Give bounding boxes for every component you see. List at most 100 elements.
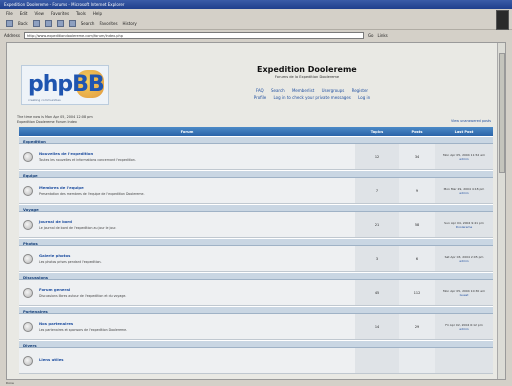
col-last-post: Last Post xyxy=(454,129,474,134)
links-button[interactable]: Links xyxy=(377,33,387,38)
forum-description: Le journal de bord de l'expedition au jo… xyxy=(39,226,117,230)
forum-folder-icon xyxy=(23,321,33,332)
category-header[interactable]: Discussions xyxy=(19,272,493,280)
category-header[interactable]: Partenaires xyxy=(19,306,493,314)
forum-name-link[interactable]: Forum general xyxy=(39,287,126,292)
nav-faq[interactable]: FAQ xyxy=(256,88,264,93)
forum-text: Journal de bord Le journal de bord de l'… xyxy=(39,219,116,230)
table-row: Journal de bord Le journal de bord de l'… xyxy=(19,212,493,238)
forum-cell: Nouvelles de l'expedition Toutes les nou… xyxy=(19,144,355,169)
topics-count: 21 xyxy=(355,212,399,237)
history-button[interactable]: History xyxy=(123,21,137,26)
forum-name-link[interactable]: Nos partenaires xyxy=(39,321,127,326)
posts-count: 6 xyxy=(399,246,435,271)
menu-view[interactable]: View xyxy=(34,11,44,16)
category-header[interactable]: Expedition xyxy=(19,136,493,144)
menu-tools[interactable]: Tools xyxy=(76,11,86,16)
nav-usergroups[interactable]: Usergroups xyxy=(322,88,345,93)
page-scrollbar[interactable] xyxy=(497,43,505,379)
last-post-author[interactable]: admin xyxy=(459,327,468,331)
window-title: Expedition Doolereme - Forums - Microsof… xyxy=(0,0,512,9)
address-input[interactable]: http://www.expeditiondoolereme.com/forum… xyxy=(23,31,364,39)
logo-subtitle: creating communities xyxy=(28,98,61,102)
last-post-author[interactable]: admin xyxy=(459,259,468,263)
menu-help[interactable]: Help xyxy=(93,11,102,16)
menu-edit[interactable]: Edit xyxy=(20,11,28,16)
last-post-author[interactable]: admin xyxy=(459,191,468,195)
posts-count: 58 xyxy=(399,212,435,237)
refresh-icon[interactable] xyxy=(56,20,64,27)
forum-name-link[interactable]: Nouvelles de l'expedition xyxy=(39,151,136,156)
forum-folder-icon xyxy=(23,287,33,298)
last-post-author[interactable]: Doolereme xyxy=(456,225,472,229)
topics-count: 7 xyxy=(355,178,399,203)
posts-count: 34 xyxy=(399,144,435,169)
nav-search[interactable]: Search xyxy=(271,88,285,93)
col-forum: Forum xyxy=(180,129,194,134)
forum-table: Forum Topics Posts Last Post Expedition … xyxy=(19,127,493,374)
last-post-cell: Sun Apr 04, 2004 9:41 pm Doolereme xyxy=(435,212,493,237)
logo-text: phpBB xyxy=(28,72,105,97)
table-row: Galerie photos Les photos prises pendant… xyxy=(19,246,493,272)
topics-count xyxy=(355,348,399,373)
col-topics: Topics xyxy=(370,129,384,134)
table-row: Nos partenaires Les partenaires et spons… xyxy=(19,314,493,340)
forum-folder-icon xyxy=(23,253,33,264)
menu-file[interactable]: File xyxy=(6,11,13,16)
topics-count: 12 xyxy=(355,144,399,169)
category-header[interactable]: Voyage xyxy=(19,204,493,212)
nav-login[interactable]: Log in xyxy=(358,95,370,100)
category-header[interactable]: Divers xyxy=(19,340,493,348)
forum-cell: Galerie photos Les photos prises pendant… xyxy=(19,246,355,271)
last-post-cell xyxy=(435,348,493,373)
scrollbar-thumb[interactable] xyxy=(499,53,505,173)
forum-text: Liens utiles xyxy=(39,357,64,364)
home-icon[interactable] xyxy=(68,20,76,27)
back-button[interactable]: Back xyxy=(18,21,28,26)
menu-favorites[interactable]: Favorites xyxy=(51,11,69,16)
nav-private-messages[interactable]: Log in to check your private messages xyxy=(274,95,351,100)
forward-icon[interactable] xyxy=(32,20,40,27)
page-viewport: phpBB creating communities Expedition Do… xyxy=(6,42,506,380)
last-post-author[interactable]: admin xyxy=(459,157,468,161)
forum-cell: Nos partenaires Les partenaires et spons… xyxy=(19,314,355,339)
last-post-author[interactable]: Guest xyxy=(460,293,469,297)
forum-name-link[interactable]: Membres de l'equipe xyxy=(39,185,144,190)
go-button[interactable]: Go xyxy=(368,33,374,38)
browser-toolbar: Back Search Favorites History xyxy=(0,18,512,30)
posts-count: 29 xyxy=(399,314,435,339)
nav-register[interactable]: Register xyxy=(352,88,368,93)
forum-header: phpBB creating communities Expedition Do… xyxy=(17,55,493,113)
forum-name-link[interactable]: Liens utiles xyxy=(39,357,64,362)
forum-cell: Journal de bord Le journal de bord de l'… xyxy=(19,212,355,237)
col-posts: Posts xyxy=(411,129,423,134)
last-post-cell: Mon Mar 29, 2004 4:18 pm admin xyxy=(435,178,493,203)
nav-profile[interactable]: Profile xyxy=(254,95,266,100)
category-header[interactable]: Equipe xyxy=(19,170,493,178)
forum-index-link[interactable]: Expedition Doolereme Forum Index xyxy=(17,120,93,125)
forum-text: Nos partenaires Les partenaires et spons… xyxy=(39,321,127,332)
topics-count: 45 xyxy=(355,280,399,305)
menu-bar: File Edit View Favorites Tools Help xyxy=(0,9,512,18)
search-button[interactable]: Search xyxy=(81,21,95,26)
nav-memberlist[interactable]: Memberlist xyxy=(292,88,314,93)
unanswered-link[interactable]: View unanswered posts xyxy=(451,119,491,123)
forum-text: Forum general Discussions libres autour … xyxy=(39,287,126,298)
forum-text: Membres de l'equipe Presentation des mem… xyxy=(39,185,144,196)
stop-icon[interactable] xyxy=(44,20,52,27)
forum-description: Les photos prises pendant l'expedition. xyxy=(39,260,102,264)
forum-description: Toutes les nouvelles et informations con… xyxy=(39,158,136,162)
forum-description: Discussions libres autour de l'expeditio… xyxy=(39,294,127,298)
forum-folder-icon xyxy=(23,185,33,196)
back-icon[interactable] xyxy=(6,20,13,27)
topics-count: 14 xyxy=(355,314,399,339)
site-logo[interactable]: phpBB creating communities xyxy=(21,65,109,105)
category-header[interactable]: Photos xyxy=(19,238,493,246)
forum-name-link[interactable]: Journal de bord xyxy=(39,219,116,224)
forum-folder-icon xyxy=(23,151,33,162)
forum-name-link[interactable]: Galerie photos xyxy=(39,253,102,258)
main-nav: FAQ Search Memberlist Usergroups Registe… xyxy=(187,87,437,101)
favorites-button[interactable]: Favorites xyxy=(99,21,117,26)
status-bar: Done xyxy=(0,380,512,386)
table-row: Liens utiles xyxy=(19,348,493,374)
